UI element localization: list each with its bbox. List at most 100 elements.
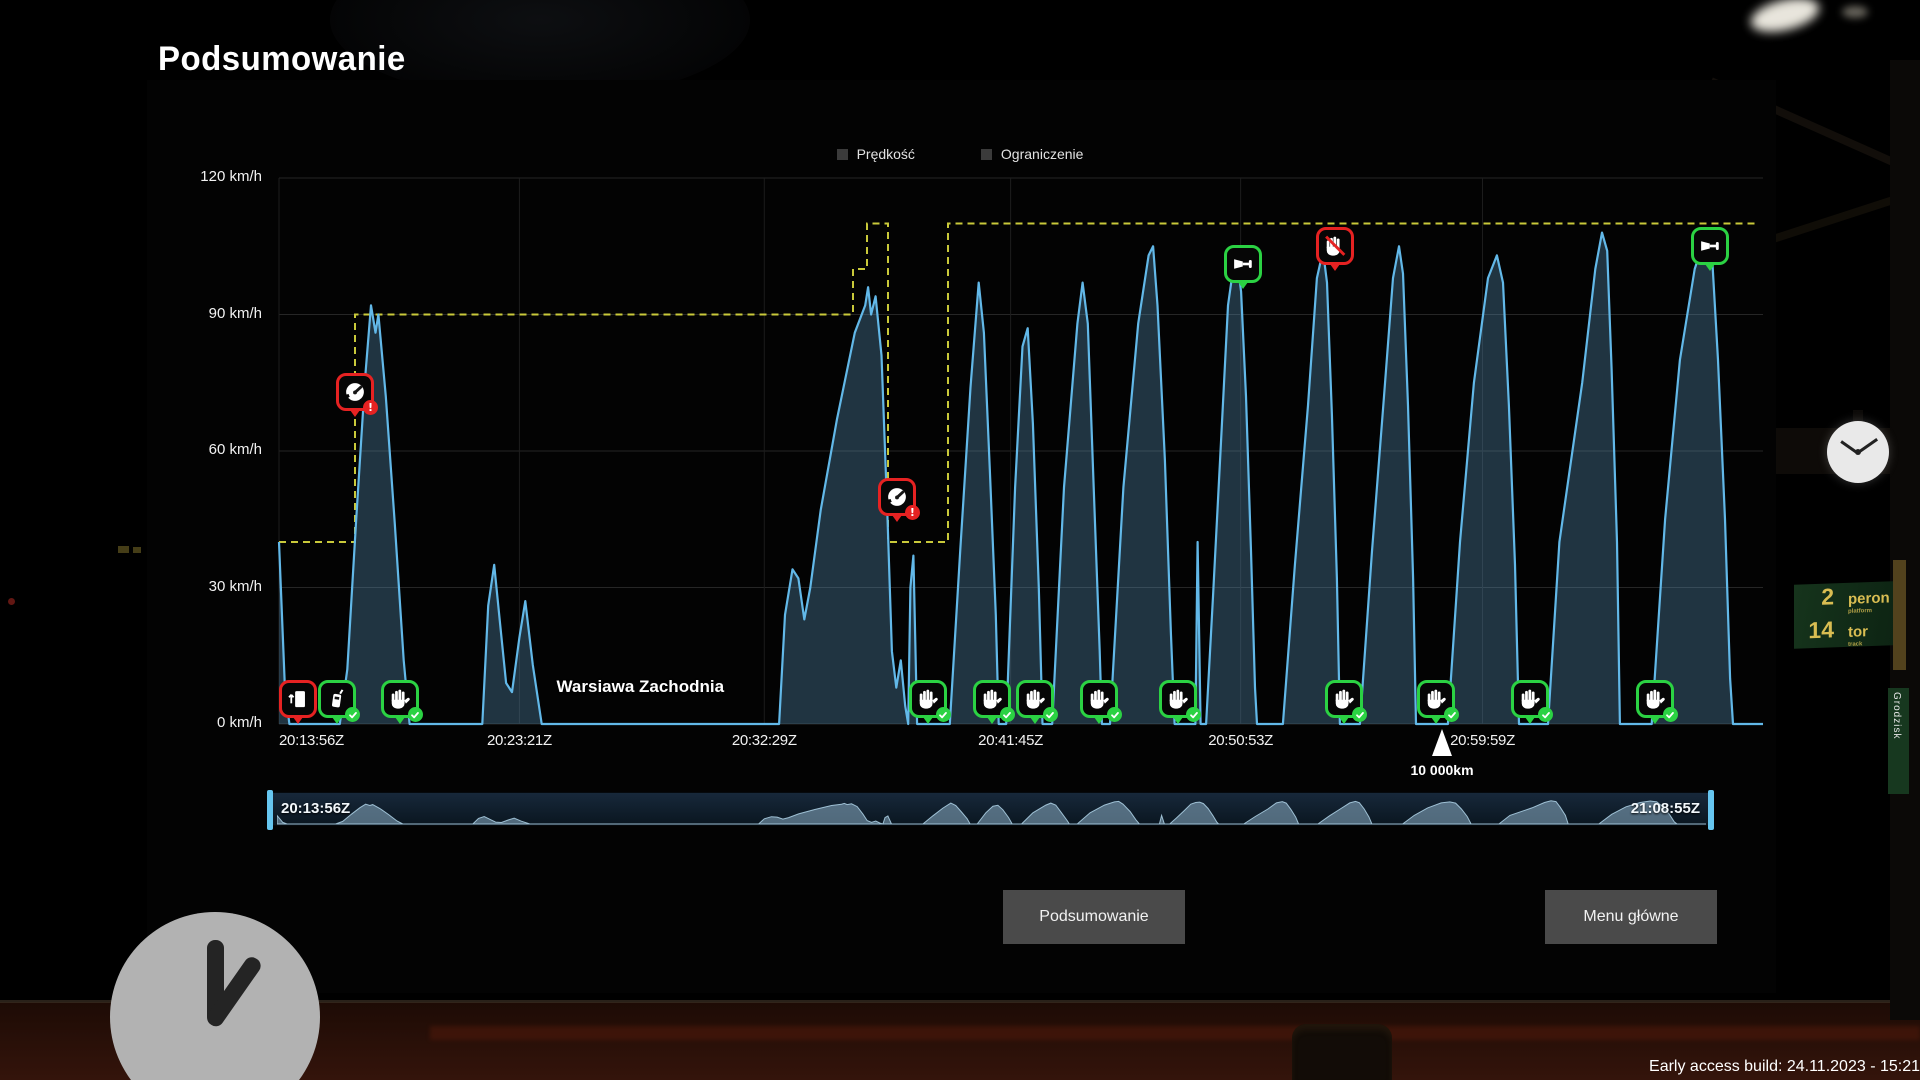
- scrubber-end-time: 21:08:55Z: [1631, 800, 1700, 817]
- hand-glyph: [916, 687, 940, 711]
- alert-badge-icon: !: [905, 505, 920, 520]
- check-badge-icon: [1043, 707, 1058, 722]
- check-badge-icon: [1000, 707, 1015, 722]
- game-screen: 2 peron platform 14 tor track Grodzisk P…: [0, 0, 1920, 1080]
- check-badge-icon: [1352, 707, 1367, 722]
- scrubber-start-time: 20:13:56Z: [281, 800, 350, 817]
- check-badge-icon: [1538, 707, 1553, 722]
- event-pointer: [1094, 717, 1104, 724]
- build-info: Early access build: 24.11.2023 - 15:21: [1649, 1058, 1920, 1076]
- event-pointer: [332, 717, 342, 724]
- scrubber-handle-left[interactable]: [267, 790, 273, 830]
- track-sub: track: [1848, 641, 1868, 648]
- event-pointer: [395, 717, 405, 724]
- hand-glyph: [980, 687, 1004, 711]
- platform-sub: platform: [1848, 607, 1890, 614]
- event-pointer: [1238, 282, 1248, 289]
- check-badge-icon: [1444, 707, 1459, 722]
- legend-item-speed: Prędkość: [837, 146, 915, 162]
- hand-glyph: [1166, 687, 1190, 711]
- platform-number: 2: [1804, 585, 1834, 609]
- event-pointer: [1330, 264, 1340, 271]
- scrubber-handle-right[interactable]: [1708, 790, 1714, 830]
- event-icon-speedometer[interactable]: !: [878, 478, 916, 516]
- hand-glyph: [1332, 687, 1356, 711]
- event-icon-speedometer[interactable]: !: [336, 373, 374, 411]
- check-badge-icon: [1186, 707, 1201, 722]
- event-pointer: [1525, 717, 1535, 724]
- track-number: 14: [1804, 618, 1834, 642]
- door-glyph: [286, 687, 310, 711]
- speedometer-glyph: [343, 380, 367, 404]
- speedometer-glyph: [885, 485, 909, 509]
- hand-glyph: [1424, 687, 1448, 711]
- event-icon-hand[interactable]: [1636, 680, 1674, 718]
- check-badge-icon: [345, 707, 360, 722]
- event-icon-hand[interactable]: [909, 680, 947, 718]
- event-pointer: [1650, 717, 1660, 724]
- station-pillar: [1890, 60, 1920, 1020]
- event-pointer: [1431, 717, 1441, 724]
- platform-lamp-glow-2: [1842, 6, 1868, 18]
- event-icon-horn[interactable]: [1691, 227, 1729, 265]
- sign-pole: [1893, 560, 1906, 670]
- event-pointer: [923, 717, 933, 724]
- clock-hub: [1855, 449, 1861, 455]
- platform-floor-highlight: [430, 1026, 1920, 1040]
- station-clock: [1827, 421, 1889, 483]
- window-light: [133, 547, 141, 553]
- hand-glyph: [1087, 687, 1111, 711]
- event-icon-hand[interactable]: [1159, 680, 1197, 718]
- speed-swatch-icon: [837, 149, 848, 160]
- main-menu-button[interactable]: Menu główne: [1545, 890, 1717, 944]
- hand-glyph: [388, 687, 412, 711]
- signal-light: [8, 598, 15, 605]
- event-icon-hand-slash[interactable]: [1316, 227, 1354, 265]
- event-pointer: [1705, 264, 1715, 271]
- event-icon-hand[interactable]: [973, 680, 1011, 718]
- hand-slash-glyph: [1323, 234, 1347, 258]
- platform-lamp-glow: [1747, 0, 1822, 38]
- limit-swatch-icon: [981, 149, 992, 160]
- event-pointer: [1339, 717, 1349, 724]
- page-title: Podsumowanie: [158, 40, 406, 79]
- event-icon-hand[interactable]: [1417, 680, 1455, 718]
- legend-item-limit: Ograniczenie: [981, 146, 1084, 162]
- horn-glyph: [1231, 252, 1255, 276]
- event-icon-hand[interactable]: [1325, 680, 1363, 718]
- alert-badge-icon: !: [363, 400, 378, 415]
- event-pointer: [1030, 717, 1040, 724]
- track-word: tor: [1848, 623, 1868, 641]
- event-icon-hand[interactable]: [1016, 680, 1054, 718]
- check-badge-icon: [1663, 707, 1678, 722]
- check-badge-icon: [936, 707, 951, 722]
- minimap-curve: [277, 801, 1706, 824]
- check-badge-icon: [408, 707, 423, 722]
- scrubber-minimap: [277, 795, 1706, 825]
- event-icon-hand[interactable]: [381, 680, 419, 718]
- event-pointer: [350, 410, 360, 417]
- event-pointer: [987, 717, 997, 724]
- event-pointer: [1173, 717, 1183, 724]
- platform-word: peron: [1848, 589, 1890, 607]
- event-pointer: [293, 717, 303, 724]
- hand-glyph: [1643, 687, 1667, 711]
- summary-panel: [147, 80, 1776, 993]
- event-icon-hand[interactable]: [1511, 680, 1549, 718]
- event-icon-door[interactable]: [279, 680, 317, 718]
- event-icon-hand[interactable]: [1080, 680, 1118, 718]
- hand-glyph: [1023, 687, 1047, 711]
- station-name-sign: Grodzisk: [1888, 688, 1909, 794]
- chart-legend: Prędkość Ograniczenie: [660, 146, 1260, 162]
- event-icon-radio[interactable]: [318, 680, 356, 718]
- window-light: [118, 546, 129, 553]
- event-pointer: [892, 515, 902, 522]
- trash-bin: [1292, 1024, 1392, 1080]
- timeline-scrubber[interactable]: 20:13:56Z 21:08:55Z: [268, 792, 1713, 826]
- check-badge-icon: [1107, 707, 1122, 722]
- radio-glyph: [325, 687, 349, 711]
- horn-glyph: [1698, 234, 1722, 258]
- summary-button[interactable]: Podsumowanie: [1003, 890, 1185, 944]
- event-icon-horn[interactable]: [1224, 245, 1262, 283]
- hand-glyph: [1518, 687, 1542, 711]
